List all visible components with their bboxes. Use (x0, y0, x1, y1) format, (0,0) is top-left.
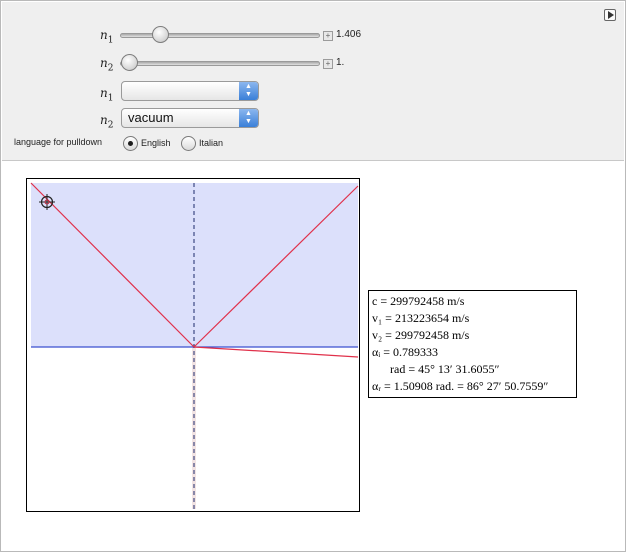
v1-readout: v₁ = 213223654 m/s (372, 311, 470, 325)
play-triangle-icon (608, 11, 614, 19)
italian-radio-label[interactable]: Italian (199, 138, 223, 148)
n2-pulldown-label: n2 (100, 113, 114, 131)
n2-slider-thumb[interactable] (121, 54, 138, 71)
n1-material-dropdown[interactable]: ▲ ▼ (121, 81, 259, 101)
v2-readout: v₂ = 299792458 m/s (372, 328, 470, 342)
n2-expand-plus-icon[interactable]: + (323, 59, 333, 69)
english-radio[interactable] (123, 136, 138, 151)
n2-material-dropdown[interactable]: vacuum ▲ ▼ (121, 108, 259, 128)
n1-slider-label: n1 (100, 28, 114, 46)
refracted-angle-readout: αᵣ = 1.50908 rad. = 86° 27′ 50.7559″ (372, 379, 549, 393)
refracted-ray (193, 346, 359, 358)
n2-slider[interactable] (120, 54, 320, 74)
n1-slider-thumb[interactable] (152, 26, 169, 43)
dropdown-arrows-icon: ▲ ▼ (239, 109, 258, 127)
n1-value: 1.406 (336, 29, 362, 40)
n1-expand-plus-icon[interactable]: + (323, 31, 333, 41)
demonstration-panel: n1 + 1.406 n2 + 1. n1 ▲ ▼ n2 vacuum ▲ ▼ la… (0, 0, 626, 552)
n1-pulldown-label: n1 (100, 86, 114, 104)
n2-value: 1. (336, 57, 345, 68)
refraction-plot (26, 178, 360, 512)
n1-slider-track[interactable] (120, 33, 320, 38)
n2-slider-track[interactable] (120, 61, 320, 66)
incident-angle-readout: αᵢ = 0.789333 (372, 345, 439, 359)
dropdown-arrows-icon: ▲ ▼ (239, 82, 258, 100)
radio-selected-dot (128, 141, 133, 146)
refraction-plot-canvas (30, 182, 359, 509)
italian-radio[interactable] (181, 136, 196, 151)
incident-angle-dms-readout: rad = 45° 13′ 31.6055″ (390, 362, 500, 376)
n1-slider[interactable] (120, 26, 320, 46)
n2-slider-label: n2 (100, 56, 114, 74)
n2-dropdown-value: vacuum (128, 110, 174, 125)
options-menu-button[interactable] (604, 9, 616, 21)
results-box: c = 299792458 m/s v₁ = 213223654 m/s v₂ … (368, 290, 577, 398)
language-label: language for pulldown (14, 137, 103, 147)
controls-panel: n1 + 1.406 n2 + 1. n1 ▲ ▼ n2 vacuum ▲ ▼ la… (2, 2, 624, 161)
speed-of-light-readout: c = 299792458 m/s (372, 294, 465, 308)
english-radio-label[interactable]: English (141, 138, 171, 148)
